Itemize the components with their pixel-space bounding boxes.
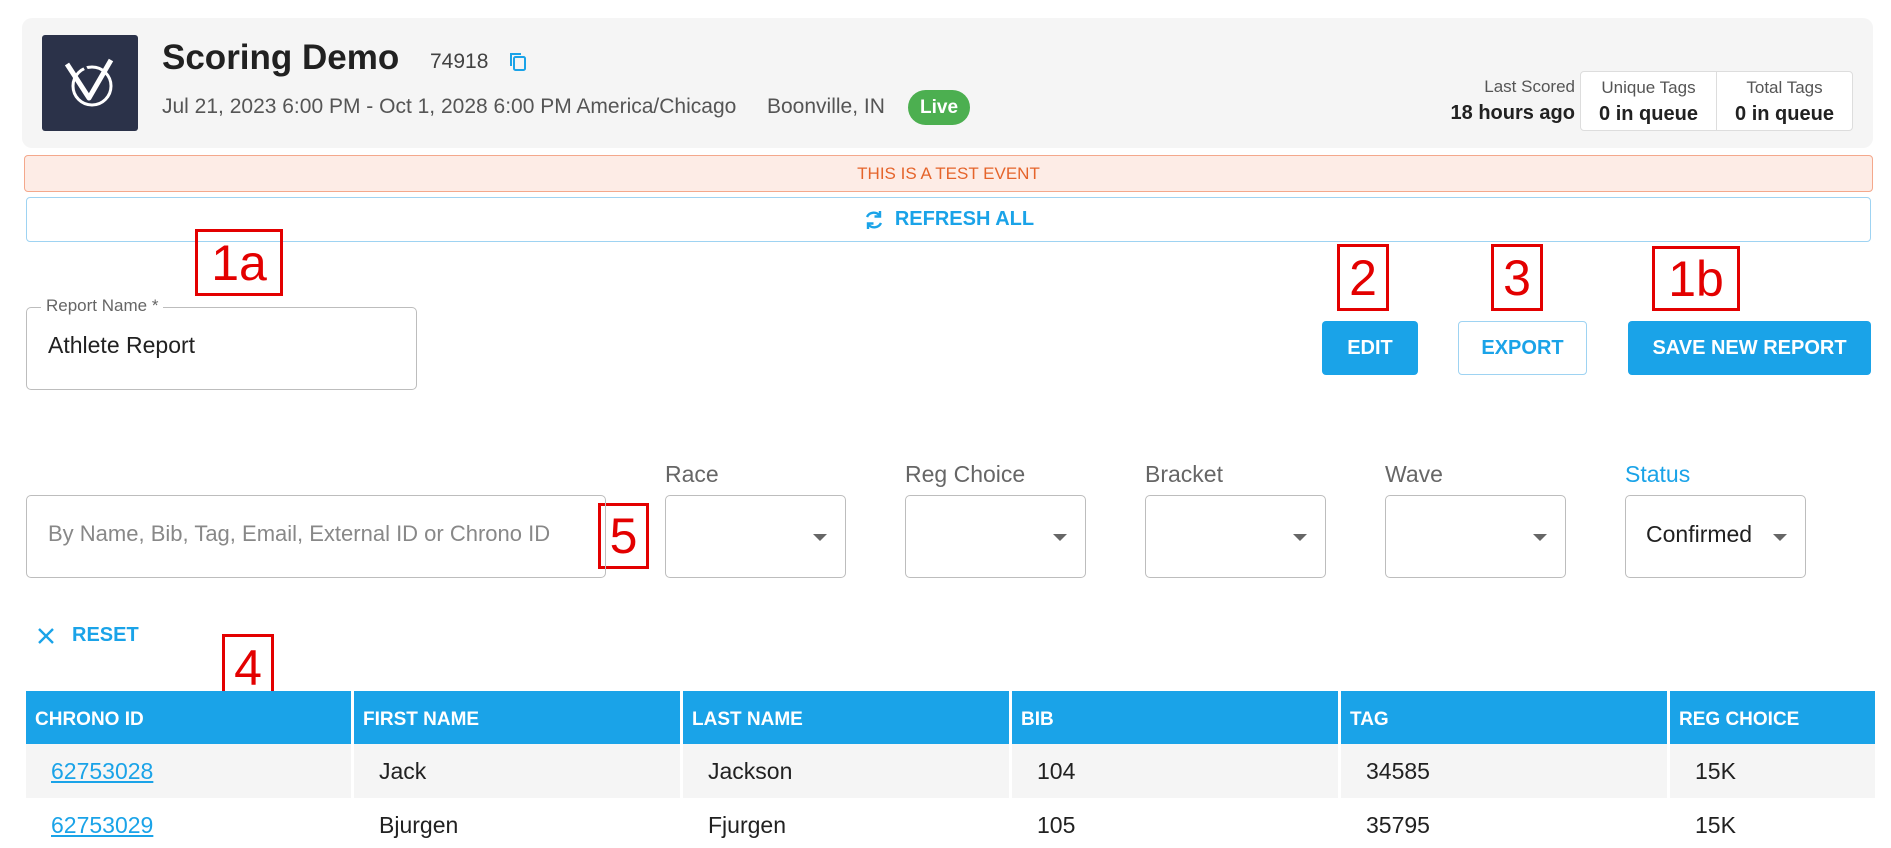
event-dates: Jul 21, 2023 6:00 PM - Oct 1, 2028 6:00 …	[162, 95, 737, 118]
column-header-last-name[interactable]: LAST NAME	[683, 691, 1012, 744]
tag-queue-box: Unique Tags 0 in queue Total Tags 0 in q…	[1580, 71, 1853, 131]
reg-choice-cell: 15K	[1695, 757, 1736, 784]
last-scored: Last Scored 18 hours ago	[1451, 77, 1575, 125]
filter-reg-choice-label: Reg Choice	[905, 461, 1026, 487]
column-header-tag[interactable]: TAG	[1341, 691, 1670, 744]
annotation-2: 2	[1337, 244, 1389, 311]
report-name-input[interactable]	[48, 332, 403, 359]
reg-choice-cell: 15K	[1695, 811, 1736, 838]
bib-cell: 105	[1012, 798, 1341, 848]
total-tags-value: 0 in queue	[1735, 103, 1834, 125]
event-id: 74918	[430, 50, 489, 73]
brand-logo-icon	[64, 58, 114, 107]
unique-tags: Unique Tags 0 in queue	[1581, 72, 1716, 130]
first-name-cell: Jack	[354, 744, 683, 798]
filter-race-label: Race	[665, 461, 719, 487]
test-event-banner: THIS IS A TEST EVENT	[24, 155, 1873, 192]
search-input[interactable]	[48, 521, 593, 547]
tag-cell: 35795	[1341, 798, 1670, 848]
status-badge: Live	[908, 90, 971, 125]
event-title: Scoring Demo	[162, 38, 400, 77]
caret-down-icon	[1533, 534, 1547, 541]
filter-status-select[interactable]: Confirmed	[1625, 495, 1806, 578]
last-name-cell: Fjurgen	[683, 798, 1012, 848]
caret-down-icon	[1293, 534, 1307, 541]
edit-button[interactable]: EDIT	[1322, 321, 1418, 375]
copy-icon[interactable]	[508, 51, 528, 73]
save-new-report-button[interactable]: SAVE NEW REPORT	[1628, 321, 1871, 375]
event-logo	[42, 35, 138, 131]
column-header-bib[interactable]: BIB	[1012, 691, 1341, 744]
refresh-all-label: REFRESH ALL	[894, 208, 1035, 230]
first-name-cell: Bjurgen	[354, 798, 683, 848]
refresh-all-button[interactable]: REFRESH ALL	[26, 197, 1871, 242]
total-tags-label: Total Tags	[1746, 78, 1823, 97]
filter-status-label: Status	[1625, 461, 1691, 487]
column-header-first-name[interactable]: FIRST NAME	[354, 691, 683, 744]
filter-wave[interactable]: Wave	[1385, 461, 1566, 578]
annotation-1b: 1b	[1652, 246, 1740, 311]
bib-cell: 104	[1012, 744, 1341, 798]
column-header-chrono-id[interactable]: CHRONO ID	[26, 691, 354, 744]
last-scored-value: 18 hours ago	[1450, 102, 1575, 124]
filter-reg-choice[interactable]: Reg Choice	[905, 461, 1086, 578]
unique-tags-label: Unique Tags	[1601, 78, 1696, 97]
chrono-id-link[interactable]: 62753029	[26, 798, 354, 848]
event-header: Scoring Demo 74918 Jul 21, 2023 6:00 PM …	[22, 18, 1873, 148]
filter-bracket-select[interactable]	[1145, 495, 1326, 578]
last-scored-label: Last Scored	[1484, 77, 1575, 96]
last-name-cell: Jackson	[683, 744, 1012, 798]
filter-race-select[interactable]	[665, 495, 846, 578]
annotation-3: 3	[1491, 244, 1543, 311]
table-row: 62753028 Jack Jackson 104 34585 15K	[26, 744, 1875, 798]
reset-button[interactable]: RESET	[36, 624, 139, 647]
unique-tags-value: 0 in queue	[1599, 103, 1698, 125]
filter-reg-choice-select[interactable]	[905, 495, 1086, 578]
filter-status-value: Confirmed	[1646, 521, 1753, 547]
search-field[interactable]	[26, 495, 606, 578]
filter-wave-select[interactable]	[1385, 495, 1566, 578]
chrono-id-link[interactable]: 62753028	[26, 744, 354, 798]
filter-race[interactable]: Race	[665, 461, 846, 578]
caret-down-icon	[1773, 534, 1787, 541]
refresh-icon	[865, 210, 882, 229]
event-location: Boonville, IN	[767, 95, 885, 118]
filter-wave-label: Wave	[1385, 461, 1443, 487]
report-name-label: Report Name *	[41, 296, 164, 316]
table-header: CHRONO ID FIRST NAME LAST NAME BIB TAG R…	[26, 691, 1875, 744]
close-icon	[38, 627, 54, 644]
total-tags: Total Tags 0 in queue	[1716, 72, 1852, 130]
column-header-reg-choice[interactable]: REG CHOICE	[1670, 691, 1875, 744]
export-button[interactable]: EXPORT	[1458, 321, 1587, 375]
table-row: 62753029 Bjurgen Fjurgen 105 35795 15K	[26, 798, 1875, 848]
filter-bracket-label: Bracket	[1145, 461, 1223, 487]
caret-down-icon	[1053, 534, 1067, 541]
annotation-1a: 1a	[195, 229, 283, 296]
filter-bracket[interactable]: Bracket	[1145, 461, 1326, 578]
tag-cell: 34585	[1341, 744, 1670, 798]
caret-down-icon	[813, 534, 827, 541]
filter-status[interactable]: Status Confirmed	[1625, 461, 1806, 578]
report-name-field[interactable]: Report Name *	[26, 296, 417, 390]
reset-label: RESET	[72, 624, 139, 646]
athlete-table: CHRONO ID FIRST NAME LAST NAME BIB TAG R…	[26, 691, 1875, 848]
